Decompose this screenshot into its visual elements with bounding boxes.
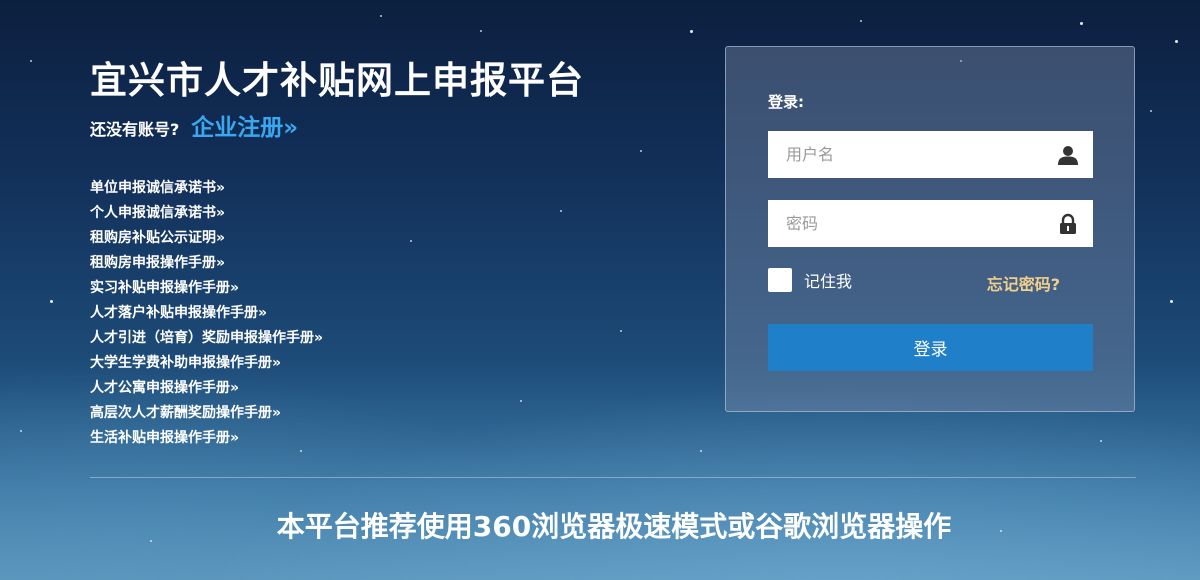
- browser-recommendation-note: 本平台推荐使用360浏览器极速模式或谷歌浏览器操作: [276, 510, 952, 543]
- doc-link-tuition-manual[interactable]: 大学生学费补助申报操作手册»: [90, 351, 323, 376]
- register-row: 还没有账号? 企业注册»: [90, 108, 298, 142]
- divider: [90, 477, 1136, 478]
- doc-link-settlement-manual[interactable]: 人才落户补贴申报操作手册»: [90, 301, 323, 326]
- username-field: [768, 131, 1093, 178]
- page-title: 宜兴市人才补贴网上申报平台: [90, 59, 584, 102]
- remember-label: 记住我: [804, 272, 853, 291]
- doc-link-personal-integrity-pledge[interactable]: 个人申报诚信承诺书»: [90, 201, 323, 226]
- lock-icon: [1060, 213, 1076, 234]
- username-input[interactable]: [768, 131, 1056, 178]
- doc-link-housing-manual[interactable]: 租购房申报操作手册»: [90, 251, 323, 276]
- forgot-password-link[interactable]: 忘记密码?: [987, 271, 1060, 295]
- doc-link-unit-integrity-pledge[interactable]: 单位申报诚信承诺书»: [90, 176, 323, 201]
- doc-link-salary-award-manual[interactable]: 高层次人才薪酬奖励操作手册»: [90, 401, 323, 426]
- doc-link-housing-subsidy-proof[interactable]: 租购房补贴公示证明»: [90, 226, 323, 251]
- doc-link-living-subsidy-manual[interactable]: 生活补贴申报操作手册»: [90, 426, 323, 451]
- login-button[interactable]: 登录: [768, 324, 1093, 371]
- enterprise-register-link[interactable]: 企业注册»: [191, 108, 298, 142]
- doc-link-internship-manual[interactable]: 实习补贴申报操作手册»: [90, 276, 323, 301]
- remember-me[interactable]: 记住我: [768, 268, 852, 292]
- password-input[interactable]: [768, 200, 1056, 247]
- doc-link-talent-award-manual[interactable]: 人才引进（培育）奖励申报操作手册»: [90, 326, 323, 351]
- document-link-list: 单位申报诚信承诺书» 个人申报诚信承诺书» 租购房补贴公示证明» 租购房申报操作…: [90, 176, 323, 451]
- remember-checkbox[interactable]: [768, 268, 792, 292]
- user-icon: [1058, 146, 1078, 165]
- password-field: [768, 200, 1093, 247]
- login-heading: 登录:: [768, 93, 804, 111]
- doc-link-apartment-manual[interactable]: 人才公寓申报操作手册»: [90, 376, 323, 401]
- login-panel: 登录: 记住我 忘记密码? 登录: [725, 46, 1135, 412]
- register-prompt: 还没有账号?: [90, 120, 180, 139]
